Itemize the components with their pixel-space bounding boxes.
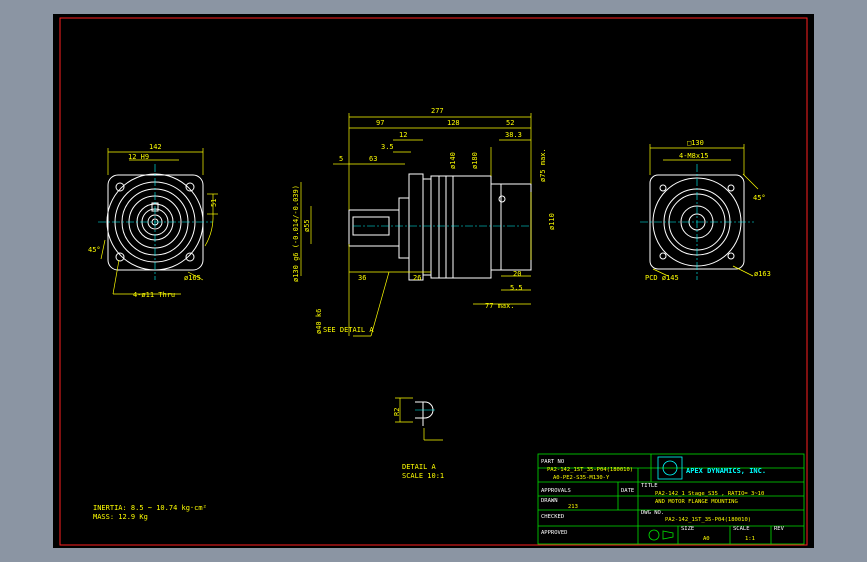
dim-12: 12: [399, 131, 407, 139]
notes: INERTIA: 8.5 ~ 10.74 kg·cm² MASS: 12.9 K…: [93, 504, 207, 521]
note-inertia: INERTIA: 8.5 ~ 10.74 kg·cm²: [93, 504, 207, 512]
dim-97: 97: [376, 119, 384, 127]
output-shaft: [348, 209, 400, 247]
note-mass: MASS: 12.9 Kg: [93, 513, 148, 521]
detail-scale: SCALE 10:1: [402, 472, 444, 480]
output-flange: [408, 173, 424, 281]
dim-77max: 77 max.: [485, 302, 515, 310]
dim-26: 26: [413, 274, 421, 282]
dim-130g6: ø130 g6 (-0.014/-0.039): [292, 185, 300, 282]
tb-scale-value: 1:1: [745, 536, 755, 542]
note-holes: 4-ø11 Thru: [133, 291, 175, 299]
note-m8: 4-M8x15: [679, 152, 709, 160]
tb-part-no-line2: A0-PE2-S35-M130-Y: [553, 475, 610, 481]
dim-277: 277: [431, 107, 444, 115]
tb-dwg-label: DWG NO.: [641, 510, 664, 516]
projection-symbol: [648, 529, 660, 541]
dim-55: ø55: [303, 219, 311, 232]
tb-drawn-label: DRAWN: [541, 498, 558, 504]
right-bolt-hole: [727, 184, 735, 192]
dim-63: 63: [369, 155, 377, 163]
dim-142: 142: [149, 143, 162, 151]
dia-163: ø163: [754, 270, 771, 278]
angle-45: 45°: [88, 246, 101, 254]
detail-a-dims: [395, 397, 443, 441]
dim-5-5: 5.5: [510, 284, 523, 292]
gearbox-body: [430, 175, 492, 279]
left-view: [98, 164, 213, 280]
dim-51: 51: [210, 199, 218, 207]
tb-rev-label: REV: [774, 526, 785, 532]
dim-128: 128: [447, 119, 460, 127]
tb-part-no-line1: PA2-142_1ST_35-P04(180010): [547, 467, 633, 473]
tb-approved: APPROVED: [541, 530, 568, 536]
dim-40k6: ø40 k6: [315, 309, 323, 334]
tb-date: DATE: [621, 488, 634, 494]
dim-12h9: 12 H9: [128, 153, 149, 161]
tb-checked: CHECKED: [541, 514, 564, 520]
dim-110: ø110: [548, 213, 556, 230]
dim-140: ø140: [449, 152, 457, 169]
left-view-dims: [100, 148, 218, 295]
detail-a: [415, 401, 435, 426]
dim-180: ø180: [471, 152, 479, 169]
tb-size-value: A0: [703, 536, 710, 542]
dia-165: ø165: [184, 274, 201, 282]
drawing-canvas: 142 12 H9 51 45° ø165 4-ø11 Thru 277 97 …: [59, 17, 808, 546]
front-view-labels: 277 97 128 52 12 38.3 3.5 5 63 ø140 ø180…: [292, 107, 556, 334]
detail-label: DETAIL A: [402, 463, 437, 471]
tb-dwg-value: PA2-142_1ST_35-P04(180010): [665, 517, 751, 523]
dim-75max: ø75 max.: [539, 148, 547, 182]
tb-drawn-value: 213: [568, 504, 578, 510]
tb-title-line1: PA2-142_1 Stage_S35 , RATIO= 3~10: [655, 491, 764, 497]
tb-company: APEX DYNAMICS, INC.: [686, 467, 766, 475]
dim-36: 36: [358, 274, 366, 282]
tb-title-line2: AND MOTOR FLANGE MOUNTING: [655, 499, 738, 505]
dim-3-5: 3.5: [381, 143, 394, 151]
dim-130sq: □130: [687, 139, 704, 147]
tb-size-label: SIZE: [681, 526, 694, 532]
pcd: PCD ø145: [645, 274, 679, 282]
angle-45-right: 45°: [753, 194, 766, 202]
dim-52: 52: [506, 119, 514, 127]
tb-title-label: TITLE: [641, 483, 658, 489]
right-bolt-hole: [727, 252, 735, 260]
dim-38-3: 38.3: [505, 131, 522, 139]
tb-scale-label: SCALE: [733, 526, 750, 532]
motor-flange: [500, 183, 532, 271]
title-block-text: PART NO PA2-142_1ST_35-P04(180010) A0-PE…: [541, 459, 785, 542]
front-view: [348, 173, 532, 281]
cad-viewport[interactable]: 142 12 H9 51 45° ø165 4-ø11 Thru 277 97 …: [53, 14, 814, 548]
right-bolt-hole: [659, 252, 667, 260]
see-detail-a: SEE DETAIL A: [323, 326, 374, 334]
dim-5: 5: [339, 155, 343, 163]
right-view: [640, 164, 754, 280]
tb-approvals: APPROVALS: [541, 488, 571, 494]
right-bolt-hole: [659, 184, 667, 192]
dim-r2: R2: [393, 408, 401, 416]
dim-20: 20: [513, 270, 521, 278]
tb-part-no-label: PART NO: [541, 459, 564, 465]
